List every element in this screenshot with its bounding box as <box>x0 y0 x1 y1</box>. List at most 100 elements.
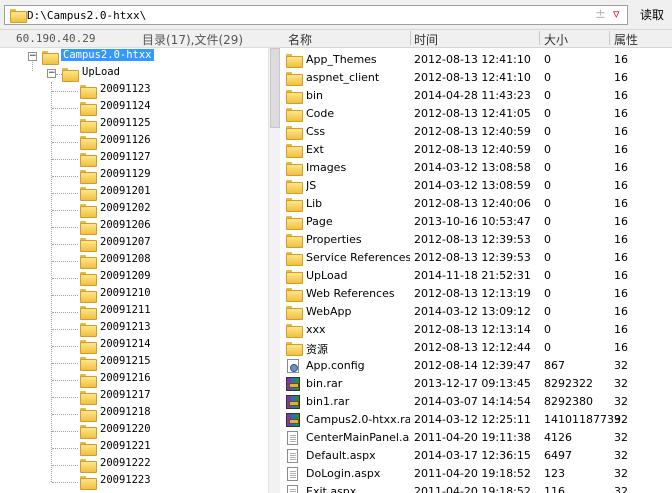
file-size: 0 <box>544 269 551 282</box>
file-row[interactable]: 资源 2012-08-13 12:12:44 0 16 <box>280 339 672 357</box>
tree-node-label: Campus2.0-htxx <box>61 49 154 61</box>
file-time: 2014-03-12 13:08:59 <box>414 179 531 192</box>
file-row[interactable]: JS 2014-03-12 13:08:59 0 16 <box>280 177 672 195</box>
file-row[interactable]: CenterMainPanel.as... 2011-04-20 19:11:38… <box>280 429 672 447</box>
tree-node-folder[interactable]: 20091201 <box>0 184 268 201</box>
scrollbar-thumb[interactable] <box>270 48 280 128</box>
tree-node-folder[interactable]: 20091123 <box>0 82 268 99</box>
file-row[interactable]: Page 2013-10-16 10:53:47 0 16 <box>280 213 672 231</box>
file-name: 资源 <box>306 343 328 356</box>
tree-node-folder[interactable]: 20091124 <box>0 99 268 116</box>
file-row[interactable]: UpLoad 2014-11-18 21:52:31 0 16 <box>280 267 672 285</box>
tree-scrollbar[interactable] <box>268 48 280 493</box>
file-size: 0 <box>544 305 551 318</box>
file-size: 0 <box>544 143 551 156</box>
file-row[interactable]: Service References 2012-08-13 12:39:53 0 16 <box>280 249 672 267</box>
file-time: 2011-04-20 19:18:52 <box>414 485 531 493</box>
column-header-size[interactable]: 大小 <box>544 31 568 48</box>
tree-node-folder[interactable]: 20091216 <box>0 371 268 388</box>
tree-node-folder[interactable]: 20091213 <box>0 320 268 337</box>
file-row[interactable]: Campus2.0-htxx.rar 2014-03-12 12:25:11 141… <box>280 411 672 429</box>
file-size: 0 <box>544 71 551 84</box>
tree-node-label: 20091209 <box>100 270 151 282</box>
column-header-attr[interactable]: 属性 <box>614 31 638 48</box>
file-row[interactable]: WebApp 2014-03-12 13:09:12 0 16 <box>280 303 672 321</box>
folder-icon <box>80 442 97 456</box>
file-row[interactable]: bin1.rar 2014-03-07 14:14:54 8292380 32 <box>280 393 672 411</box>
file-attr: 16 <box>614 287 628 300</box>
tree-node-folder[interactable]: 20091127 <box>0 150 268 167</box>
tree-node-folder[interactable]: 20091221 <box>0 439 268 456</box>
path-input[interactable]: D:\Campus2.0-htxx\ ± ▿ <box>4 5 628 25</box>
file-time: 2014-03-17 12:36:15 <box>414 449 531 462</box>
file-row[interactable]: aspnet_client 2012-08-13 12:41:10 0 16 <box>280 69 672 87</box>
folder-icon <box>286 198 303 212</box>
tree-node-folder[interactable]: 20091125 <box>0 116 268 133</box>
file-row[interactable]: Default.aspx 2014-03-17 12:36:15 6497 32 <box>280 447 672 465</box>
tree-node-folder[interactable]: 20091215 <box>0 354 268 371</box>
read-button[interactable]: 读取 <box>640 6 664 23</box>
folder-icon <box>286 252 303 266</box>
tree-node-label: 20091208 <box>100 253 151 265</box>
collapse-icon[interactable]: − <box>47 69 56 78</box>
tree-node-folder[interactable]: 20091126 <box>0 133 268 150</box>
tree-node-folder[interactable]: 20091217 <box>0 388 268 405</box>
folder-open-icon <box>42 51 59 65</box>
tree-node-label: 20091214 <box>100 338 151 350</box>
tree-node-folder[interactable]: 20091210 <box>0 286 268 303</box>
file-attr: 16 <box>614 53 628 66</box>
tree-node-upload[interactable]: − UpLoad <box>0 65 268 82</box>
tree-node-folder[interactable]: 20091222 <box>0 456 268 473</box>
file-list[interactable]: 名称 时间 大小 属性 App_Themes 2012-08-13 12:41:1… <box>280 30 672 493</box>
folder-icon <box>80 102 97 116</box>
collapse-icon[interactable]: − <box>28 52 37 61</box>
tree-node-folder[interactable]: 20091214 <box>0 337 268 354</box>
file-size: 867 <box>544 359 565 372</box>
tree-node-folder[interactable]: 20091208 <box>0 252 268 269</box>
chevron-down-icon[interactable]: ▿ <box>613 7 620 22</box>
tree-node-folder[interactable]: 20091202 <box>0 201 268 218</box>
column-header-time[interactable]: 时间 <box>414 31 438 48</box>
file-time: 2012-08-13 12:40:59 <box>414 125 531 138</box>
tree-node-folder[interactable]: 20091223 <box>0 473 268 490</box>
server-ip: 60.190.40.29 <box>16 32 96 45</box>
tree-node-folder[interactable]: 20091209 <box>0 269 268 286</box>
column-header-name[interactable]: 名称 <box>288 31 312 48</box>
file-row[interactable]: bin 2014-04-28 11:43:23 0 16 <box>280 87 672 105</box>
file-row[interactable]: App_Themes 2012-08-13 12:41:10 0 16 <box>280 51 672 69</box>
file-row[interactable]: Exit.aspx 2011-04-20 19:18:52 116 32 <box>280 483 672 493</box>
tree-node-label: 20091218 <box>100 406 151 418</box>
file-row[interactable]: bin.rar 2013-12-17 09:13:45 8292322 32 <box>280 375 672 393</box>
left-status-bar: 60.190.40.29 目录(17),文件(29) <box>0 30 280 48</box>
tree-node-folder[interactable]: 20091220 <box>0 422 268 439</box>
file-row[interactable]: xxx 2012-08-13 12:13:14 0 16 <box>280 321 672 339</box>
tree-node-folder[interactable]: 20091206 <box>0 218 268 235</box>
folder-icon <box>80 119 97 133</box>
file-row[interactable]: Ext 2012-08-13 12:40:59 0 16 <box>280 141 672 159</box>
file-row[interactable]: Properties 2012-08-13 12:39:53 0 16 <box>280 231 672 249</box>
file-row[interactable]: App.config 2012-08-14 12:39:47 867 32 <box>280 357 672 375</box>
file-row[interactable]: Lib 2012-08-13 12:40:06 0 16 <box>280 195 672 213</box>
tree-node-folder[interactable]: 20091129 <box>0 167 268 184</box>
folder-tree[interactable]: − Campus2.0-htxx − UpLoad 20091123 200911… <box>0 48 268 493</box>
tree-node-folder[interactable]: 20091218 <box>0 405 268 422</box>
file-name: UpLoad <box>306 269 348 282</box>
folder-icon <box>80 340 97 354</box>
file-row[interactable]: DoLogin.aspx 2011-04-20 19:18:52 123 32 <box>280 465 672 483</box>
file-row[interactable]: Css 2012-08-13 12:40:59 0 16 <box>280 123 672 141</box>
tree-node-label: 20091123 <box>100 83 151 95</box>
tree-node-label: 20091125 <box>100 117 151 129</box>
folder-icon <box>80 272 97 286</box>
file-time: 2012-08-13 12:40:59 <box>414 143 531 156</box>
tree-node-folder[interactable]: 20091207 <box>0 235 268 252</box>
plus-minus-icon[interactable]: ± <box>595 7 606 22</box>
tree-node-root[interactable]: − Campus2.0-htxx <box>0 48 268 65</box>
file-row[interactable]: Web References 2012-08-13 12:13:19 0 16 <box>280 285 672 303</box>
tree-node-folder[interactable]: 20091211 <box>0 303 268 320</box>
folder-icon <box>286 216 303 230</box>
file-row[interactable]: Images 2014-03-12 13:08:58 0 16 <box>280 159 672 177</box>
folder-icon <box>80 357 97 371</box>
file-row[interactable]: Code 2012-08-13 12:41:05 0 16 <box>280 105 672 123</box>
folder-icon <box>286 144 303 158</box>
rar-archive-icon <box>286 377 300 391</box>
